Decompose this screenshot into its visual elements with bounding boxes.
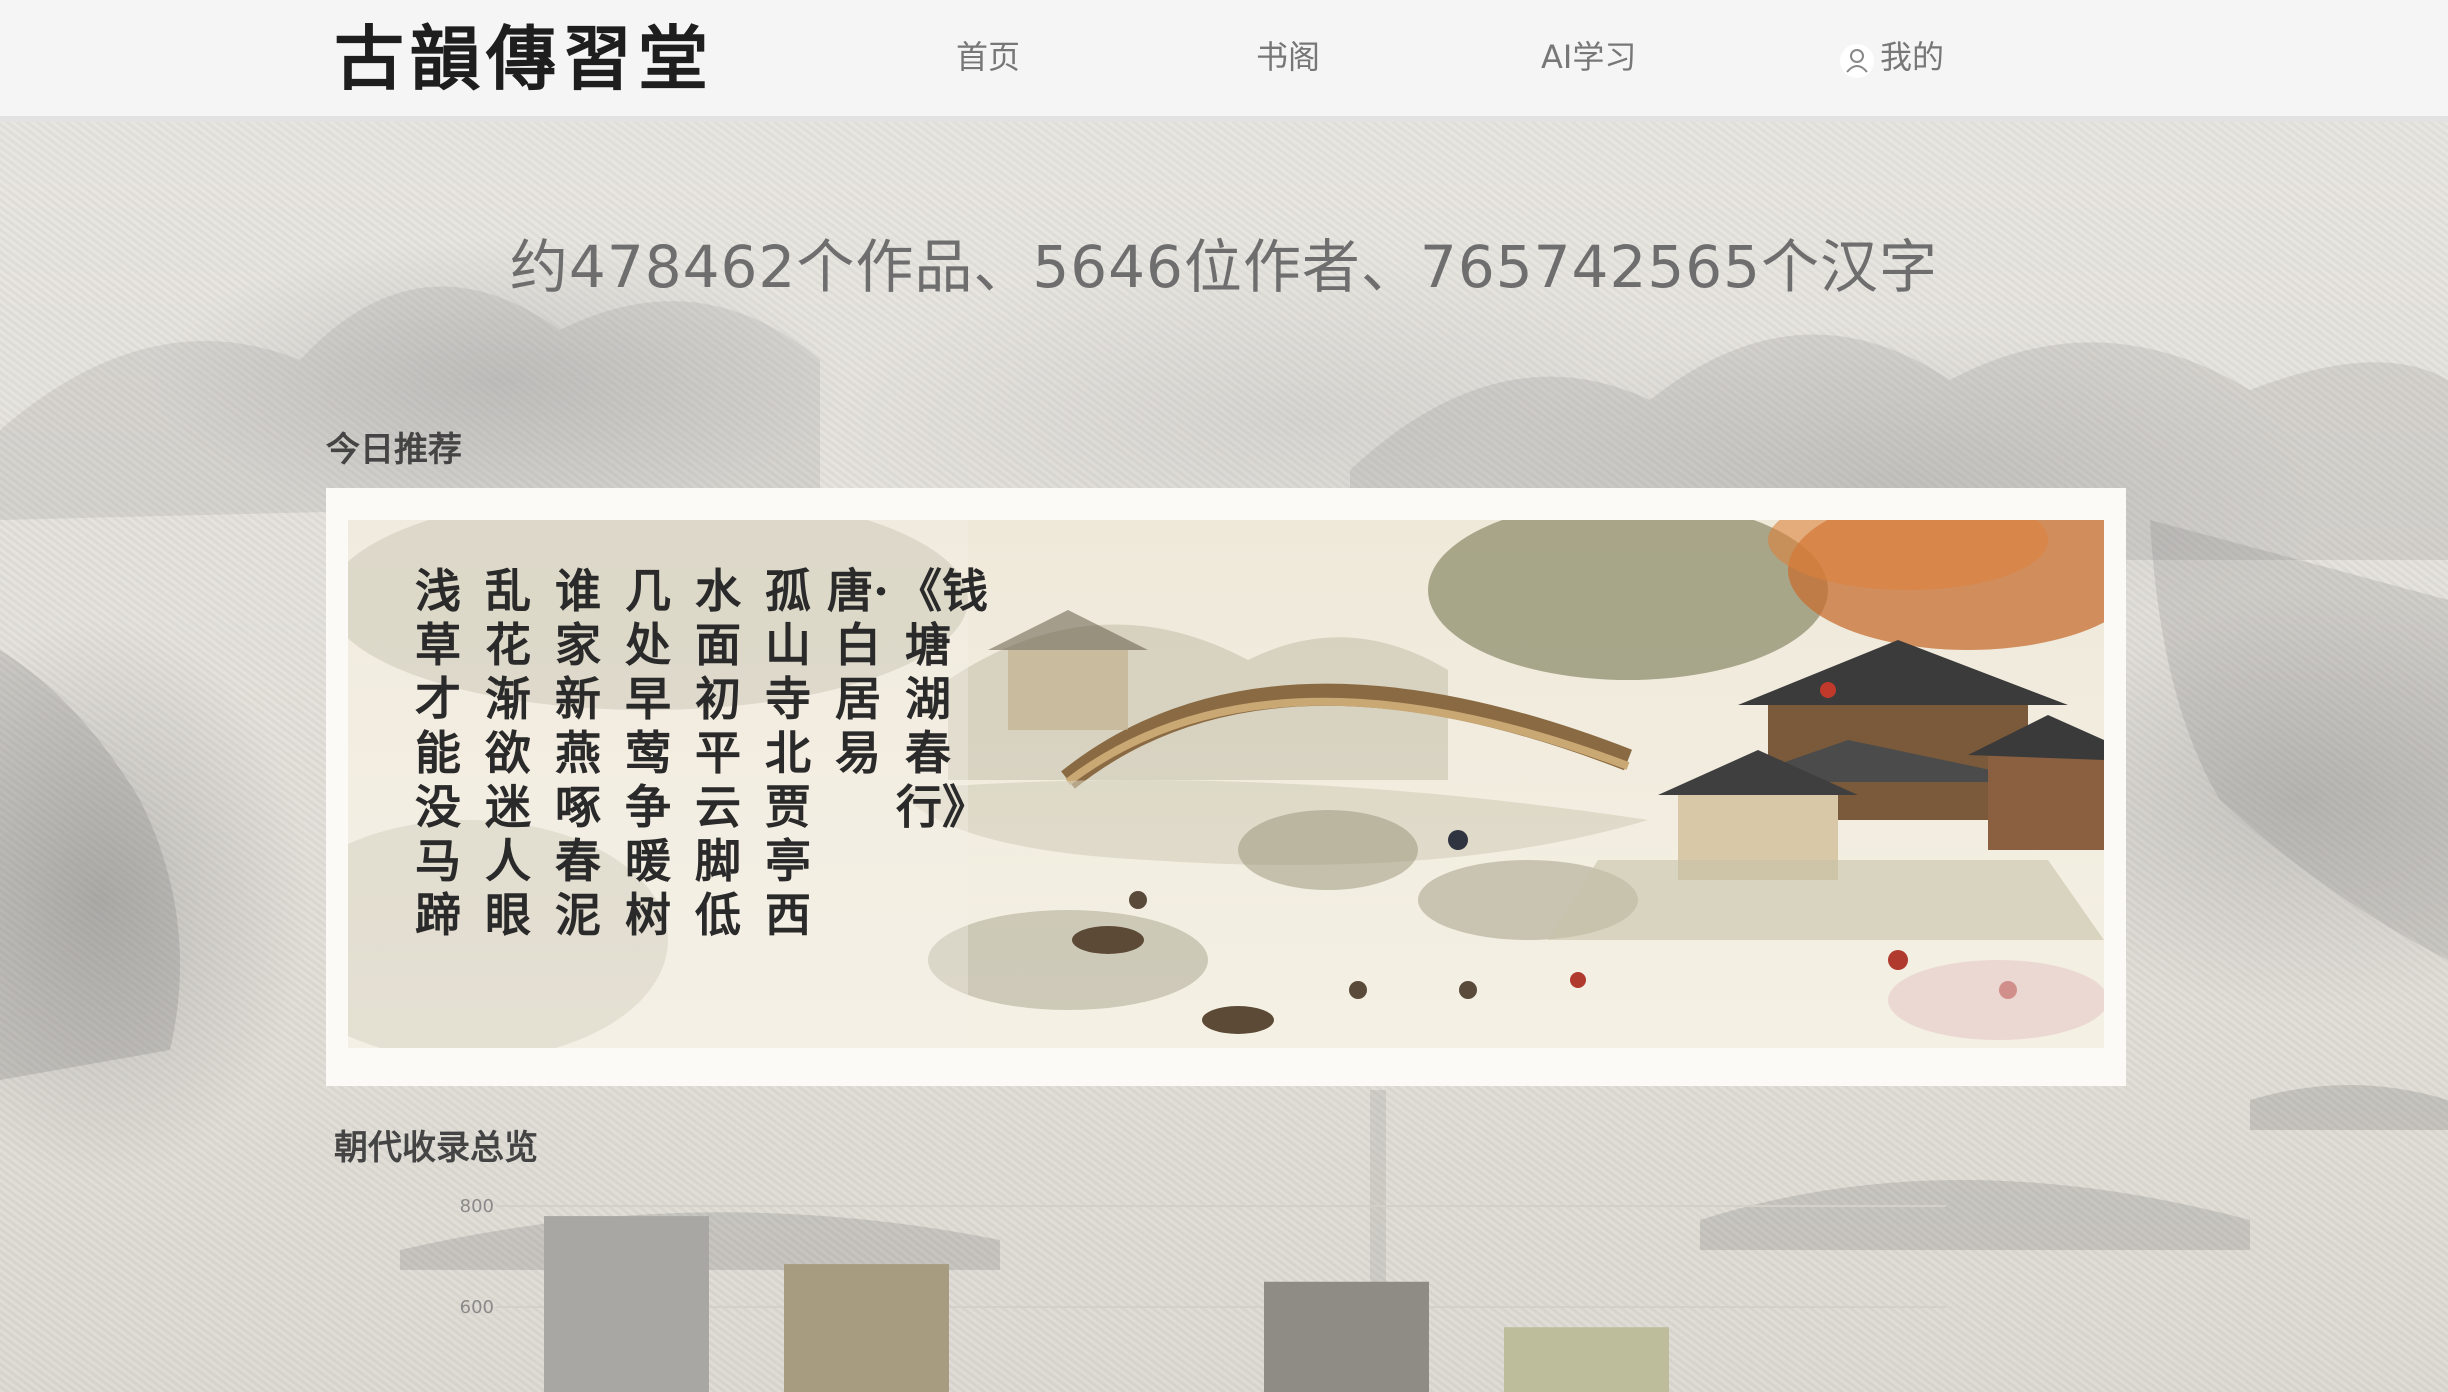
poem-column-line: 乱花渐欲迷人眼 (485, 564, 531, 942)
nav-home[interactable]: 首页 (956, 30, 1020, 84)
poem-column-line: 几处早莺争暖树 (625, 564, 671, 942)
chart-bar[interactable] (1264, 1281, 1429, 1392)
recommend-banner[interactable]: 《钱塘湖春行》 唐·白居易 孤山寺北贾亭西 水面初平云脚低 几处早莺争暖树 谁家… (326, 488, 2126, 1086)
poem-column-line: 水面初平云脚低 (695, 564, 741, 942)
poem-illustration: 《钱塘湖春行》 唐·白居易 孤山寺北贾亭西 水面初平云脚低 几处早莺争暖树 谁家… (348, 520, 2104, 1048)
bar-chart: 600 800 (460, 1196, 1946, 1392)
user-icon (1840, 40, 1874, 78)
chart-section-title: 朝代收录总览 (334, 1128, 538, 1168)
site-logo[interactable]: 古韻傳習堂 (334, 14, 714, 104)
collection-stats: 约478462个作品、5646位作者、765742565个汉字 (509, 233, 1939, 301)
poem-column-line: 孤山寺北贾亭西 (765, 564, 811, 942)
chart-bar[interactable] (784, 1264, 949, 1392)
nav-ai-learning[interactable]: AI学习 (1541, 30, 1636, 84)
chart-y-tick-label: 600 (460, 1297, 494, 1318)
nav-library[interactable]: 书阁 (1256, 30, 1320, 84)
dynasty-chart: 600 800 (326, 1180, 2126, 1392)
nav-mine[interactable]: 我的 (1840, 30, 1944, 84)
chart-bar[interactable] (1504, 1327, 1669, 1392)
poem-column-author: 唐·白居易 (826, 564, 889, 780)
top-nav-bar: 古韻傳習堂 首页 书阁 AI学习 我的 (0, 0, 2448, 122)
poem-column-line: 浅草才能没马蹄 (415, 564, 461, 942)
chart-bar[interactable] (544, 1216, 709, 1392)
recommend-title: 今日推荐 (326, 430, 462, 470)
chart-y-tick-label: 800 (460, 1196, 494, 1217)
poem-text: 《钱塘湖春行》 唐·白居易 孤山寺北贾亭西 水面初平云脚低 几处早莺争暖树 谁家… (406, 564, 988, 1034)
poem-column-line: 谁家新燕啄春泥 (555, 564, 601, 942)
nav-mine-label: 我的 (1880, 38, 1945, 76)
poem-column-title: 《钱塘湖春行》 (896, 564, 988, 834)
